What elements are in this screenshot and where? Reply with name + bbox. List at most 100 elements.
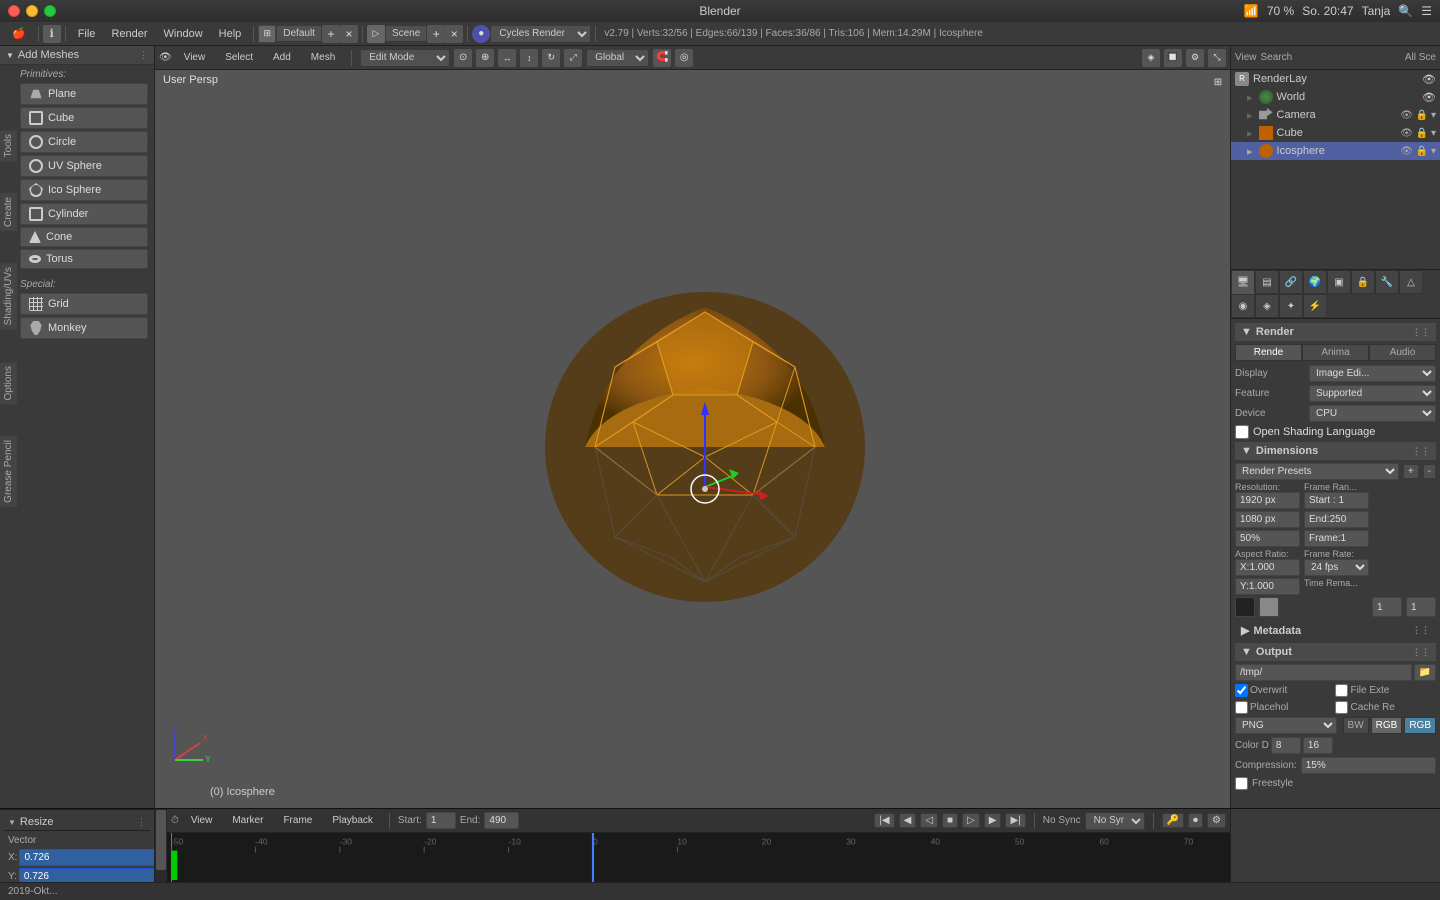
world-expand-icon[interactable]: ▸ [1247, 91, 1253, 104]
resize-dots[interactable]: ⋮ [137, 817, 146, 828]
3d-viewport[interactable]: User Persp ⊞ [155, 70, 1230, 808]
search-icon[interactable]: 🔍 [1398, 4, 1413, 18]
render-engine-select[interactable]: Cycles Render Blender Render Blender Gam… [490, 25, 591, 43]
add-monkey-btn[interactable]: Monkey [20, 317, 148, 339]
constraints-tab[interactable]: 🔒 [1351, 270, 1375, 294]
timeline-frame-menu[interactable]: Frame [275, 813, 320, 828]
apple-menu[interactable]: 🍎 [4, 25, 34, 42]
select-menu[interactable]: Select [217, 50, 261, 65]
transform-orientation[interactable]: Global Local Normal [586, 49, 649, 67]
device-select[interactable]: CPU GPU Compute [1309, 405, 1436, 422]
options-tab[interactable]: Options [0, 362, 17, 404]
add-cylinder-btn[interactable]: Cylinder [20, 203, 148, 225]
move-icon[interactable]: ↕ [520, 49, 538, 67]
data-tab[interactable]: △ [1399, 270, 1423, 294]
step-forward-btn[interactable]: ▶ [984, 813, 1002, 828]
add-cube-btn[interactable]: Cube [20, 107, 148, 129]
minimize-button[interactable] [26, 5, 38, 17]
snap-icon[interactable]: 🧲 [653, 49, 671, 67]
sync-select[interactable]: No Sync [1085, 812, 1145, 830]
render-sub-tab-audio[interactable]: Audio [1369, 344, 1436, 361]
viewport-options-icon[interactable]: ⚙ [1186, 49, 1204, 67]
format-select[interactable]: PNGJPEGEXR [1235, 717, 1337, 734]
timeline-end-input[interactable] [484, 812, 519, 829]
window-controls[interactable] [8, 5, 56, 17]
color-frame-input-2[interactable] [1406, 597, 1436, 617]
shading-uvs-tab[interactable]: Shading/UVs [0, 263, 17, 329]
pivot-icon[interactable]: ⊕ [476, 49, 494, 67]
scene-tab[interactable]: 🔗 [1279, 270, 1303, 294]
viewport-type-icon[interactable]: 👁 [159, 52, 172, 63]
aspect-y-input[interactable] [1235, 578, 1300, 595]
add-circle-btn[interactable]: Circle [20, 131, 148, 153]
color-swatch-2[interactable] [1259, 597, 1279, 617]
compression-input[interactable] [1301, 757, 1436, 774]
layout-selector[interactable]: Default [276, 25, 322, 42]
metadata-section-header[interactable]: ▶ Metadata ⋮⋮ [1235, 621, 1436, 640]
timeline-track[interactable]: -50 -40 -30 -20 -10 0 10 20 30 40 50 60 [167, 833, 1230, 882]
display-select[interactable]: Image Edi... New Window [1309, 365, 1436, 382]
tree-item-world[interactable]: ▸ World 👁 [1231, 88, 1440, 106]
tree-item-renderlayer[interactable]: R RenderLay 👁 [1231, 70, 1440, 88]
proportional-edit-icon[interactable]: ◎ [675, 49, 693, 67]
res-x-input[interactable] [1235, 492, 1300, 509]
timeline-marker-menu[interactable]: Marker [224, 813, 271, 828]
add-torus-btn[interactable]: Torus [20, 249, 148, 269]
grease-pencil-tab[interactable]: Grease Pencil [0, 436, 17, 507]
frame-start-input[interactable] [1304, 492, 1369, 509]
world-tab[interactable]: 🌍 [1303, 270, 1327, 294]
dimensions-section-header[interactable]: ▼ Dimensions ⋮⋮ [1235, 442, 1436, 460]
search-label[interactable]: Search [1261, 52, 1293, 63]
output-dots[interactable]: ⋮⋮ [1412, 647, 1430, 658]
resize-panel-header[interactable]: ▼ Resize ⋮ [4, 814, 150, 831]
color-swatch-1[interactable] [1235, 597, 1255, 617]
add-icosphere-btn[interactable]: Ico Sphere [20, 179, 148, 201]
frame-end-input[interactable] [1304, 511, 1369, 528]
icosphere-expand-icon[interactable]: ▸ [1247, 145, 1253, 158]
preset-remove-btn[interactable]: - [1423, 464, 1436, 479]
step-backward-btn[interactable]: ◀ [899, 813, 917, 828]
panel-options-icon[interactable]: ⋮ [139, 50, 148, 61]
view-menu[interactable]: View [176, 50, 214, 65]
maximize-button[interactable] [44, 5, 56, 17]
scene-selector[interactable]: Scene [385, 25, 427, 42]
render-presets-select[interactable]: Render Presets [1235, 463, 1399, 480]
camera-expand-icon[interactable]: ▸ [1247, 109, 1253, 122]
menu-help[interactable]: Help [211, 26, 250, 42]
modifier-tab[interactable]: 🔧 [1375, 270, 1399, 294]
file-ext-checkbox[interactable] [1335, 684, 1348, 697]
mesh-menu[interactable]: Mesh [303, 50, 343, 65]
rgba-btn[interactable]: RGB [1404, 717, 1436, 734]
editor-type-icon[interactable]: ⊞ [258, 25, 276, 43]
tree-item-camera[interactable]: ▸ Camera 👁 🔒 ▾ [1231, 106, 1440, 124]
render-tab[interactable]: 🖥 [1231, 270, 1255, 294]
timeline-view-menu[interactable]: View [183, 813, 221, 828]
maximize-area-icon[interactable]: ⤡ [1208, 49, 1226, 67]
aspect-x-input[interactable] [1235, 559, 1300, 576]
material-tab[interactable]: ◉ [1231, 294, 1255, 318]
overwrite-checkbox[interactable] [1235, 684, 1248, 697]
viewport-shading-icon[interactable]: ⊙ [454, 49, 472, 67]
show-only-render-icon[interactable]: 🔲 [1164, 49, 1182, 67]
add-plane-btn[interactable]: Plane [20, 83, 148, 105]
close-button[interactable] [8, 5, 20, 17]
play-backward-btn[interactable]: |◀ [874, 813, 894, 828]
onion-skin-icon[interactable]: ◈ [1142, 49, 1160, 67]
cube-expand-icon[interactable]: ▸ [1247, 127, 1253, 140]
stop-btn[interactable]: ■ [942, 813, 958, 828]
timeline-playback-menu[interactable]: Playback [324, 813, 381, 828]
bw-btn[interactable]: BW [1343, 717, 1369, 734]
edit-mode-select[interactable]: Edit Mode Object Mode Sculpt Mode [360, 49, 450, 67]
physics-tab[interactable]: ⚡ [1303, 294, 1327, 318]
animate-tab[interactable]: ▤ [1255, 270, 1279, 294]
color-depth-8-input[interactable] [1271, 737, 1301, 754]
add-screen-icon[interactable]: + [322, 25, 340, 43]
tree-item-icosphere[interactable]: ▸ Icosphere 👁 🔒 ▾ [1231, 142, 1440, 160]
manipulator-icon[interactable]: ↔ [498, 49, 516, 67]
tree-item-cube[interactable]: ▸ Cube 👁 🔒 ▾ [1231, 124, 1440, 142]
scene-type-icon[interactable]: ▷ [367, 25, 385, 43]
create-tab[interactable]: Create [0, 193, 17, 231]
add-keyframe-btn[interactable]: 🔑 [1162, 813, 1184, 828]
output-folder-btn[interactable]: 📁 [1414, 664, 1436, 681]
menu-file[interactable]: File [70, 26, 104, 42]
